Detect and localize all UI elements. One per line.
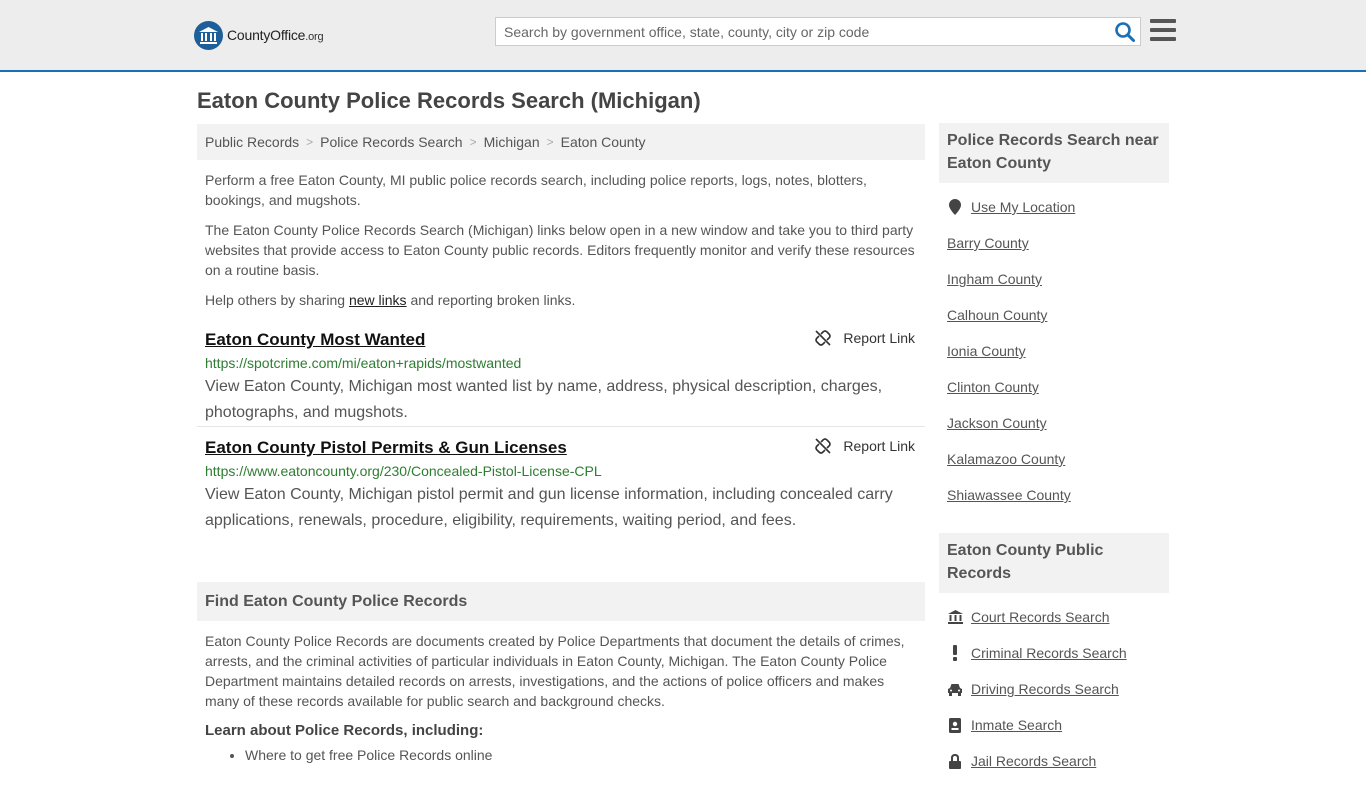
sidebar-item-ionia-county: Ionia County (939, 343, 1169, 379)
find-section-paragraph: Eaton County Police Records are document… (205, 633, 905, 709)
sidebar-item-barry-county: Barry County (939, 235, 1169, 271)
broken-link-icon (815, 438, 832, 454)
report-link-button[interactable]: Report Link (815, 438, 915, 454)
share-paragraph: Help others by sharing new links and rep… (205, 292, 576, 308)
result-description: View Eaton County, Michigan most wanted … (205, 378, 883, 421)
intro-paragraph: The Eaton County Police Records Search (… (205, 222, 915, 278)
intro-section: Perform a free Eaton County, MI public p… (197, 170, 925, 310)
sidebar-county-link[interactable]: Ionia County (947, 343, 1026, 359)
lock-icon (947, 753, 963, 769)
sidebar-item-shiawassee-county: Shiawassee County (939, 487, 1169, 523)
sidebar-item-criminal-records: Criminal Records Search (939, 645, 1169, 681)
search-box (495, 17, 1141, 46)
sidebar-item-jackson-county: Jackson County (939, 415, 1169, 451)
sidebar-county-link[interactable]: Shiawassee County (947, 487, 1071, 503)
sidebar: Police Records Search near Eaton County … (939, 123, 1169, 789)
logo-badge-icon (194, 20, 223, 50)
breadcrumb-separator: > (469, 135, 477, 149)
id-badge-icon (947, 717, 963, 733)
inmate-search-link[interactable]: Inmate Search (971, 717, 1062, 733)
search-icon (1115, 22, 1135, 42)
sidebar-county-link[interactable]: Ingham County (947, 271, 1042, 287)
sidebar-county-link[interactable]: Jackson County (947, 415, 1047, 431)
breadcrumb: Public Records > Police Records Search >… (197, 124, 925, 160)
result-item: Eaton County Most Wanted Report Link htt… (197, 330, 925, 427)
sidebar-nearby-heading: Police Records Search near Eaton County (939, 123, 1169, 183)
driving-records-search-link[interactable]: Driving Records Search (971, 681, 1119, 697)
learn-heading: Learn about Police Records, including: (205, 722, 484, 739)
sidebar-county-link[interactable]: Barry County (947, 235, 1029, 251)
sidebar-county-link[interactable]: Clinton County (947, 379, 1039, 395)
result-url: https://www.eatoncounty.org/230/Conceale… (205, 463, 602, 479)
sidebar-item-inmate-search: Inmate Search (939, 717, 1169, 753)
list-item: Where to get free Police Records online (245, 747, 925, 763)
page-title: Eaton County Police Records Search (Mich… (197, 88, 701, 113)
sidebar-nearby-list: Use My Location Barry County Ingham Coun… (939, 199, 1169, 523)
report-link-label: Report Link (843, 330, 915, 346)
report-link-button[interactable]: Report Link (815, 330, 915, 346)
broken-link-icon (815, 330, 832, 346)
result-title-link[interactable]: Eaton County Most Wanted (205, 330, 425, 350)
sidebar-public-records: Eaton County Public Records Court Record… (939, 533, 1169, 789)
breadcrumb-michigan[interactable]: Michigan (484, 134, 540, 150)
logo-text: CountyOffice.org (227, 27, 324, 43)
sidebar-public-list: Court Records Search Criminal Records Se… (939, 609, 1169, 789)
report-link-label: Report Link (843, 438, 915, 454)
learn-list: Where to get free Police Records online (197, 747, 925, 763)
court-records-search-link[interactable]: Court Records Search (971, 609, 1110, 625)
sidebar-item-calhoun-county: Calhoun County (939, 307, 1169, 343)
breadcrumb-police-records-search[interactable]: Police Records Search (320, 134, 462, 150)
site-header: CountyOffice.org (0, 0, 1366, 72)
search-button[interactable] (1114, 21, 1136, 43)
result-item: Eaton County Pistol Permits & Gun Licens… (197, 438, 925, 538)
hamburger-menu-button[interactable] (1150, 19, 1176, 43)
breadcrumb-public-records[interactable]: Public Records (205, 134, 299, 150)
sidebar-item-ingham-county: Ingham County (939, 271, 1169, 307)
sidebar-item-jail-records: Jail Records Search (939, 753, 1169, 789)
sidebar-county-link[interactable]: Calhoun County (947, 307, 1047, 323)
car-icon (947, 681, 963, 697)
main-content: Public Records > Police Records Search >… (197, 124, 925, 763)
use-my-location-link[interactable]: Use My Location (971, 199, 1075, 215)
sidebar-public-heading: Eaton County Public Records (939, 533, 1169, 593)
result-title-link[interactable]: Eaton County Pistol Permits & Gun Licens… (205, 438, 567, 458)
criminal-records-search-link[interactable]: Criminal Records Search (971, 645, 1127, 661)
breadcrumb-separator: > (546, 135, 554, 149)
result-description: View Eaton County, Michigan pistol permi… (205, 486, 893, 529)
breadcrumb-eaton-county[interactable]: Eaton County (561, 134, 646, 150)
sidebar-item-use-location: Use My Location (939, 199, 1169, 235)
sidebar-county-link[interactable]: Kalamazoo County (947, 451, 1065, 467)
intro-paragraph: Perform a free Eaton County, MI public p… (205, 172, 867, 208)
search-input[interactable] (496, 18, 1096, 45)
map-marker-icon (947, 199, 963, 215)
sidebar-item-driving-records: Driving Records Search (939, 681, 1169, 717)
courthouse-icon (947, 609, 963, 625)
site-logo[interactable]: CountyOffice.org (194, 20, 324, 50)
sidebar-item-clinton-county: Clinton County (939, 379, 1169, 415)
sidebar-item-kalamazoo-county: Kalamazoo County (939, 451, 1169, 487)
breadcrumb-separator: > (306, 135, 314, 149)
find-section-heading: Find Eaton County Police Records (197, 582, 925, 621)
new-links-link[interactable]: new links (349, 292, 407, 308)
sidebar-item-court-records: Court Records Search (939, 609, 1169, 645)
result-url: https://spotcrime.com/mi/eaton+rapids/mo… (205, 355, 522, 371)
exclamation-icon (947, 645, 963, 661)
jail-records-search-link[interactable]: Jail Records Search (971, 753, 1096, 769)
